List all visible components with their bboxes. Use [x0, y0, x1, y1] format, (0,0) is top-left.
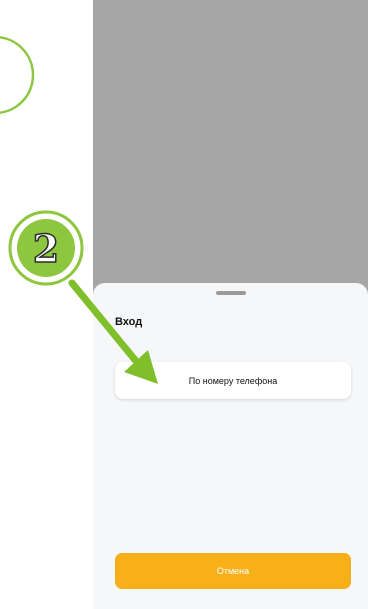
cancel-button[interactable]: Отмена [115, 553, 351, 589]
login-bottom-sheet: Вход По номеру телефона Отмена [93, 283, 368, 609]
sheet-title: Вход [115, 316, 143, 328]
grabber-icon[interactable] [216, 291, 246, 295]
phone-login-button[interactable]: По номеру телефона [115, 362, 351, 399]
tutorial-screenshot: Вход По номеру телефона Отмена 2 [0, 0, 368, 609]
left-margin [0, 0, 93, 609]
